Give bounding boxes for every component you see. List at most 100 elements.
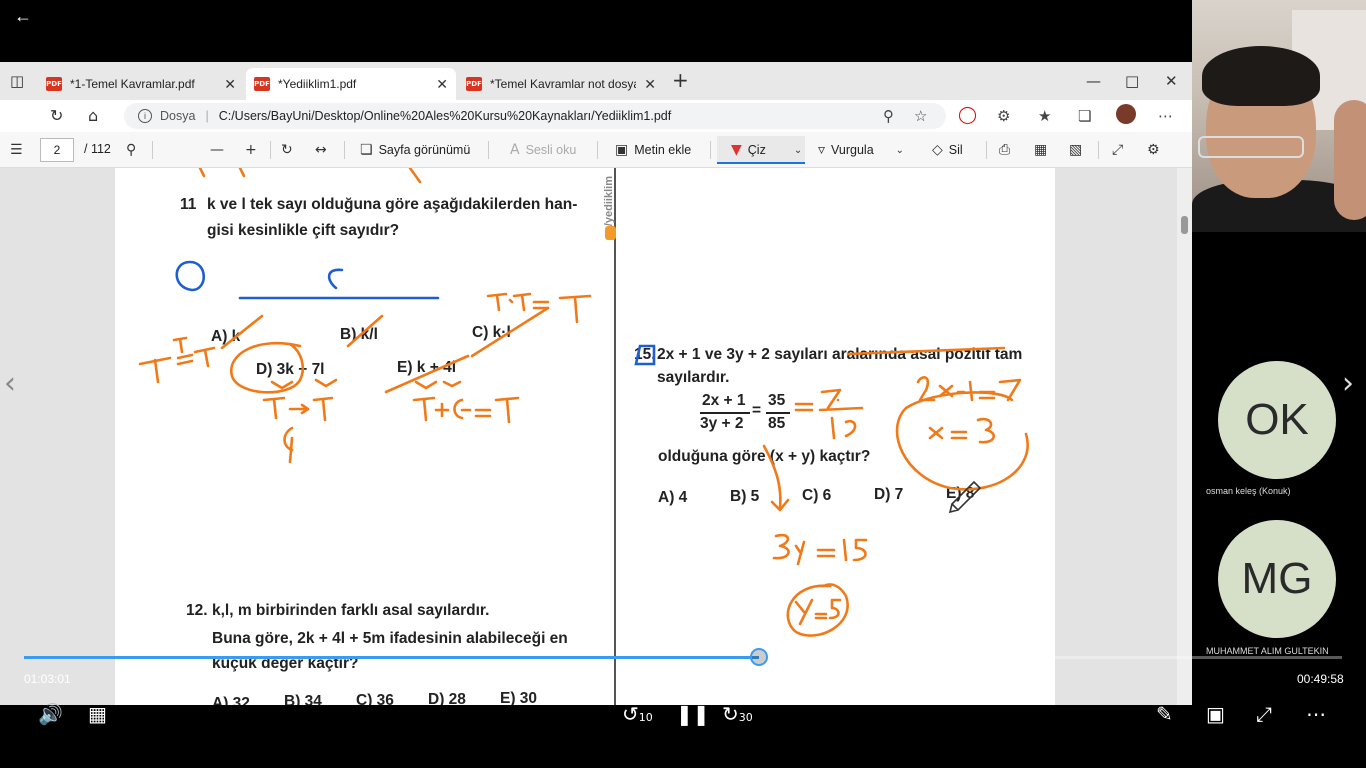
progress-fill (24, 656, 759, 659)
q15-number: 15. (634, 346, 656, 363)
captions-icon[interactable]: ▦ (88, 702, 107, 726)
zoom-out-icon[interactable]: — (210, 142, 224, 158)
rotate-icon[interactable]: ↻ (281, 142, 293, 158)
pdf-icon: PDF (466, 77, 482, 91)
q15-option-e: E) 8 (946, 485, 975, 502)
tab-bar: ◫ PDF *1-Temel Kavramlar.pdf ✕ PDF *Yedi… (0, 62, 1192, 100)
q11-line2: gisi kesinlikle çift sayıdır? (207, 222, 400, 239)
minimize-icon[interactable]: — (1086, 72, 1101, 90)
page-view-button[interactable]: ❏ Sayfa görünümü (360, 142, 470, 158)
q11-option-a: A) k (211, 328, 241, 345)
fit-page-icon[interactable]: ↔ (315, 142, 327, 158)
q11-option-d: D) 3k + 7l (256, 361, 325, 378)
participant-avatar[interactable]: OK (1218, 361, 1336, 479)
page-total: / 112 (84, 142, 111, 156)
tab-1[interactable]: PDF *1-Temel Kavramlar.pdf ✕ (38, 68, 244, 100)
favorites-icon[interactable]: ★ (1038, 107, 1051, 125)
address-bar: ↻ ⌂ i Dosya | C:/Users/BayUni/Desktop/On… (0, 100, 1192, 132)
volume-icon[interactable]: 🔊 (38, 702, 63, 726)
close-icon[interactable]: ✕ (436, 76, 448, 93)
more-icon[interactable]: ⋯ (1158, 107, 1173, 125)
tab-title: *Yediiklim1.pdf (278, 77, 357, 91)
add-text-label: Metin ekle (634, 143, 692, 157)
pause-icon[interactable]: ❚❚ (676, 702, 710, 726)
exit-fullscreen-icon[interactable]: ⤢ (1256, 702, 1272, 726)
chevron-down-icon[interactable]: ⌄ (794, 145, 802, 156)
tab-actions-icon[interactable]: ◫ (10, 72, 24, 90)
read-aloud-button[interactable]: A Sesli oku (510, 142, 576, 158)
opera-icon[interactable]: ◯ (958, 105, 977, 125)
tab-3[interactable]: PDF *Temel Kavramlar not dosyası 5. ✕ (458, 68, 664, 100)
extensions-icon[interactable]: ⚙ (997, 107, 1010, 125)
save-icon[interactable]: ▦ (1034, 142, 1047, 158)
divider (344, 141, 345, 159)
participant-avatar[interactable]: MG (1218, 520, 1336, 638)
q15-fraction2-numerator: 35 (768, 392, 786, 409)
divider (710, 141, 711, 159)
q11-line1: k ve l tek sayı olduğuna göre aşağıdakil… (207, 196, 578, 213)
back-arrow-icon[interactable]: ← (14, 6, 32, 27)
fraction-bar (700, 412, 750, 414)
close-icon[interactable]: ✕ (644, 76, 656, 93)
q12-option-c: C) 36 (356, 692, 394, 705)
chevron-down-icon[interactable]: ⌄ (896, 145, 904, 156)
next-arrow-icon[interactable]: › (1342, 366, 1354, 401)
tab-title: *1-Temel Kavramlar.pdf (70, 77, 195, 91)
url-field[interactable]: i Dosya | C:/Users/BayUni/Desktop/Online… (124, 103, 946, 129)
tab-title: *Temel Kavramlar not dosyası 5. (490, 77, 636, 91)
home-icon[interactable]: ⌂ (88, 106, 98, 125)
brand-watermark: /yediiklim (603, 176, 615, 227)
highlight-button[interactable]: ▿ Vurgula ⌄ (818, 142, 904, 158)
screen: ← ◫ PDF *1-Temel Kavramlar.pdf ✕ PDF *Ye… (0, 0, 1366, 768)
skip-back-button[interactable]: ↺10 (622, 702, 653, 726)
pdf-document-area[interactable]: /yediiklim 11 k ve l tek sayı olduğuna g… (0, 168, 1192, 705)
tab-2[interactable]: PDF *Yediiklim1.pdf ✕ (246, 68, 456, 100)
zoom-icon[interactable]: ⚲ (883, 107, 894, 125)
vertical-scrollbar[interactable] (1177, 168, 1192, 705)
contents-icon[interactable]: ☰ (10, 142, 23, 158)
skip-forward-button[interactable]: ↻30 (722, 702, 753, 726)
progress-handle[interactable] (750, 648, 768, 666)
highlight-label: Vurgula (831, 143, 874, 157)
previous-arrow-icon[interactable]: ‹ (4, 366, 16, 401)
new-tab-icon[interactable]: + (672, 68, 689, 92)
presenter-webcam-video (1192, 0, 1366, 232)
erase-label: Sil (948, 143, 963, 157)
draw-button[interactable]: ▼ Çiz ⌄ (731, 142, 802, 158)
participant-name: MUHAMMET ALIM GULTEKIN (1206, 646, 1329, 656)
page-number-input[interactable]: 2 (40, 138, 74, 162)
save-as-icon[interactable]: ▧ (1069, 142, 1082, 158)
page-view-label: Sayfa görünümü (378, 143, 471, 157)
zoom-in-icon[interactable]: + (245, 142, 257, 158)
remaining-time: 00:49:58 (1297, 672, 1344, 686)
add-text-button[interactable]: ▣ Metin ekle (615, 142, 691, 158)
pen-icon[interactable]: ✎ (1156, 702, 1173, 726)
search-icon[interactable]: ⚲ (126, 142, 136, 158)
q12-option-b: B) 34 (284, 693, 322, 705)
column-separator (614, 168, 616, 705)
more-options-icon[interactable]: ⋯ (1306, 702, 1326, 726)
refresh-icon[interactable]: ↻ (50, 106, 63, 125)
erase-button[interactable]: ◇ Sil (932, 142, 963, 158)
close-window-icon[interactable]: ✕ (1165, 72, 1178, 90)
skip-back-seconds: 10 (638, 711, 653, 724)
settings-icon[interactable]: ⚙ (1147, 142, 1160, 158)
divider (986, 141, 987, 159)
url-separator: | (205, 109, 209, 123)
q11-option-c: C) k·l (472, 324, 511, 341)
picture-in-picture-icon[interactable]: ▣ (1206, 702, 1225, 726)
print-icon[interactable]: ⎙ (999, 142, 1010, 158)
divider (270, 141, 271, 159)
close-icon[interactable]: ✕ (224, 76, 236, 93)
participant-name: osman keleş (Konuk) (1206, 486, 1291, 496)
maximize-icon[interactable]: □ (1125, 72, 1139, 90)
scroll-thumb[interactable] (1181, 216, 1188, 234)
collections-icon[interactable]: ❏ (1078, 107, 1091, 125)
profile-avatar[interactable] (1116, 104, 1136, 124)
q15-fraction2-denominator: 85 (768, 415, 786, 432)
webcam-person-hand (1334, 100, 1366, 220)
fullscreen-icon[interactable]: ⤢ (1112, 142, 1123, 158)
divider (1098, 141, 1099, 159)
favorite-add-icon[interactable]: ☆ (914, 107, 927, 125)
q12-option-d: D) 28 (428, 691, 466, 705)
